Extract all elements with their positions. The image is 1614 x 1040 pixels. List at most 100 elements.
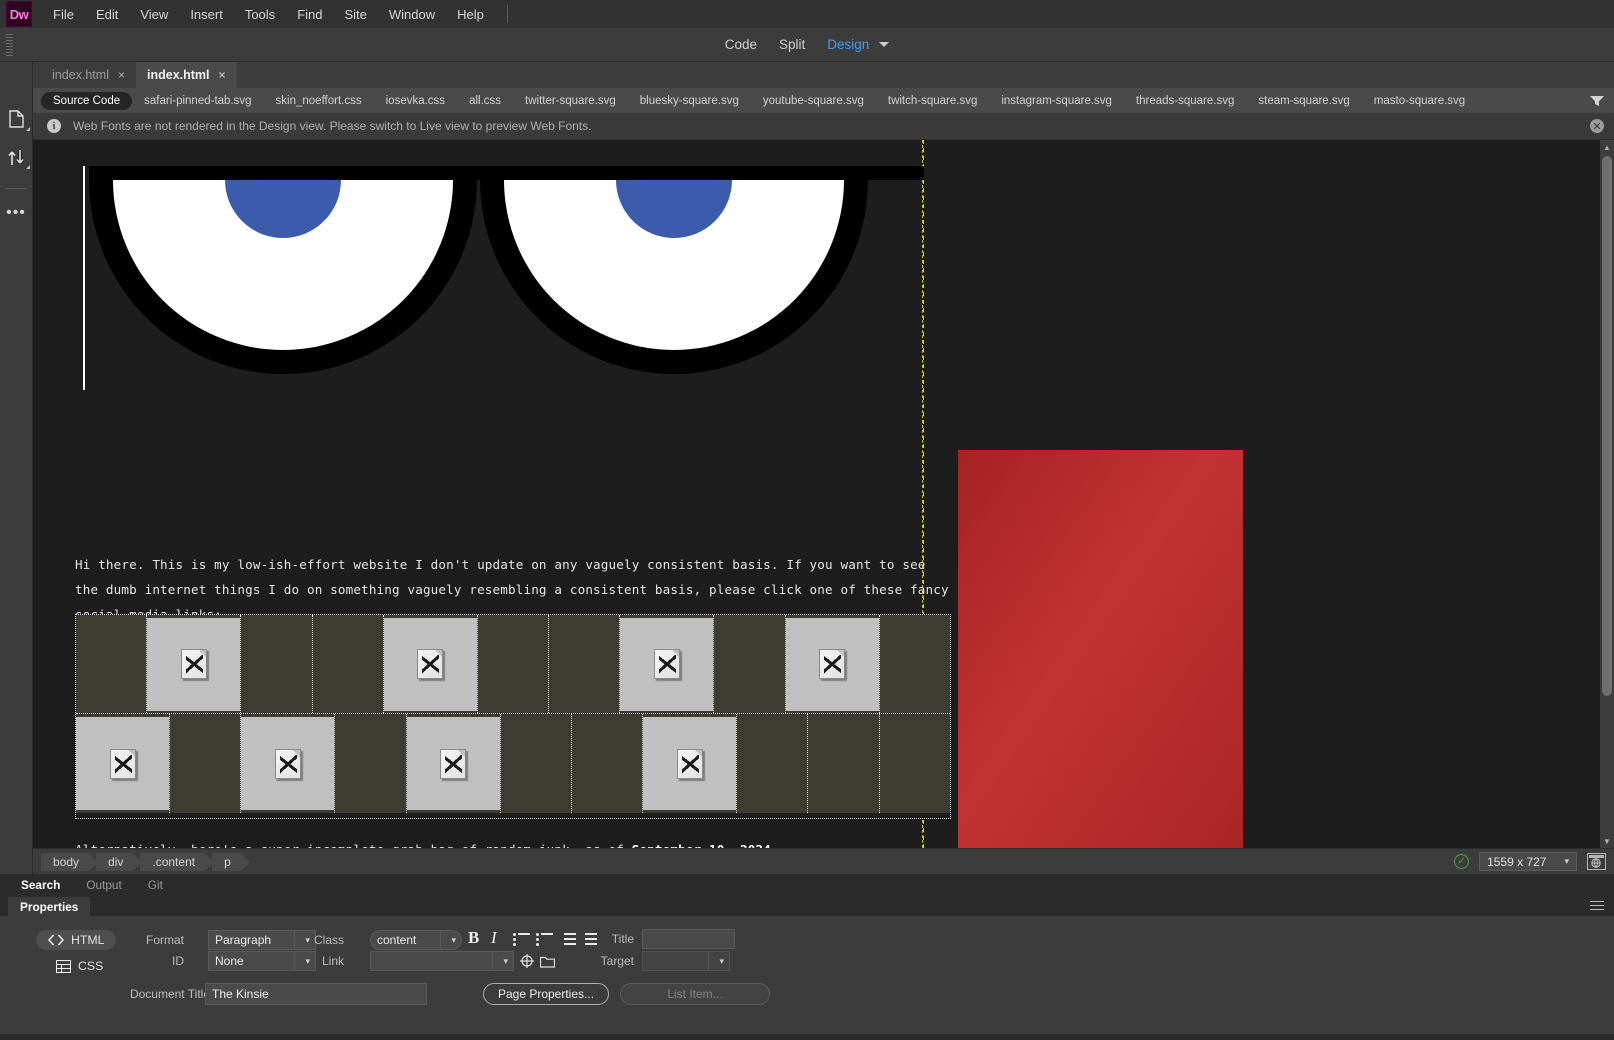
related-file-6[interactable]: bluesky-square.svg [628, 92, 751, 110]
flyout-corner-icon [26, 165, 30, 169]
title-input[interactable] [642, 929, 735, 949]
panel-menu-icon[interactable] [1590, 901, 1604, 912]
related-file-8[interactable]: twitch-square.svg [876, 92, 989, 110]
lower-tab-output[interactable]: Output [73, 875, 134, 895]
broken-image-placeholder[interactable] [241, 717, 335, 810]
tag-crumb-p[interactable]: p [212, 852, 250, 871]
eye-right [480, 180, 868, 374]
social-grid-row [76, 615, 950, 714]
css-mode-button[interactable]: CSS [44, 956, 115, 976]
close-icon[interactable]: × [219, 68, 226, 82]
broken-image-placeholder[interactable] [406, 717, 500, 810]
tag-crumb-body[interactable]: body [41, 852, 99, 871]
broken-image-placeholder[interactable] [643, 717, 737, 810]
file-transfer-icon[interactable] [5, 146, 30, 169]
tag-crumb-div[interactable]: div [96, 852, 143, 871]
document-title-input[interactable]: The Kinsie [205, 983, 427, 1005]
italic-button[interactable]: I [491, 928, 497, 948]
grid-spacer-cell [241, 615, 313, 713]
broken-image-icon [676, 748, 703, 779]
menu-item-window[interactable]: Window [378, 3, 446, 26]
menu-item-view[interactable]: View [129, 3, 179, 26]
social-link-cell[interactable] [147, 615, 242, 713]
design-view-canvas[interactable]: Hi there. This is my low-ish-effort webs… [33, 140, 1600, 848]
related-file-0[interactable]: Source Code [41, 91, 133, 110]
social-link-cell[interactable] [406, 714, 501, 813]
target-select[interactable]: ▾ [642, 951, 730, 971]
view-tab-code[interactable]: Code [725, 37, 757, 52]
close-icon[interactable]: × [118, 68, 125, 82]
point-to-file-icon[interactable] [520, 954, 534, 973]
css-mode-label: CSS [78, 959, 104, 973]
related-file-10[interactable]: threads-square.svg [1124, 92, 1246, 110]
broken-image-placeholder[interactable] [383, 617, 477, 711]
related-file-4[interactable]: all.css [457, 92, 513, 110]
status-bar-right: ✓ 1559 x 727 ▾ [1454, 852, 1606, 871]
filter-icon[interactable] [1590, 94, 1604, 106]
menu-item-find[interactable]: Find [286, 3, 333, 26]
social-links-grid[interactable] [75, 614, 951, 819]
window-size-selector[interactable]: 1559 x 727 ▾ [1479, 852, 1577, 871]
menu-item-tools[interactable]: Tools [234, 3, 286, 26]
related-file-12[interactable]: masto-square.svg [1362, 92, 1477, 110]
broken-image-placeholder[interactable] [147, 617, 241, 711]
scroll-thumb[interactable] [1602, 156, 1612, 696]
tag-crumb-content[interactable]: .content [140, 852, 214, 871]
panel-grip[interactable] [6, 34, 13, 56]
broken-image-icon [274, 748, 301, 779]
scroll-down-icon[interactable]: ▼ [1600, 834, 1614, 848]
menu-item-file[interactable]: File [42, 3, 85, 26]
title-label: Title [611, 932, 634, 946]
view-tab-design[interactable]: Design [827, 37, 869, 52]
lower-tab-git[interactable]: Git [135, 875, 176, 895]
social-link-cell[interactable] [383, 615, 478, 713]
grid-spacer-cell [737, 714, 809, 813]
tag-selector: body div .content p [41, 852, 250, 871]
related-file-7[interactable]: youtube-square.svg [751, 92, 876, 110]
menu-item-insert[interactable]: Insert [179, 3, 234, 26]
view-tab-split[interactable]: Split [779, 37, 805, 52]
canvas-vertical-scrollbar[interactable]: ▲ ▼ [1600, 140, 1614, 848]
chevron-down-icon: ▾ [451, 934, 456, 945]
related-file-3[interactable]: iosevka.css [374, 92, 457, 110]
browse-folder-icon[interactable] [539, 955, 556, 973]
link-input[interactable]: ▾ [370, 951, 514, 971]
document-tab-0[interactable]: index.html × [41, 62, 136, 88]
chevron-down-icon[interactable] [879, 42, 890, 47]
id-value: None [215, 954, 244, 968]
outdent-button[interactable] [559, 933, 576, 946]
related-file-2[interactable]: skin_noeffort.css [264, 92, 374, 110]
view-mode-bar: Code Split Design [0, 28, 1614, 62]
bold-button[interactable]: B [468, 928, 479, 948]
text-caret [83, 166, 85, 390]
ordered-list-button[interactable] [536, 933, 553, 946]
related-file-9[interactable]: instagram-square.svg [989, 92, 1124, 110]
related-file-11[interactable]: steam-square.svg [1246, 92, 1361, 110]
broken-image-placeholder[interactable] [76, 717, 169, 810]
class-select[interactable]: content ▾ [370, 930, 462, 950]
social-link-cell[interactable] [620, 615, 715, 713]
social-link-cell[interactable] [76, 714, 170, 813]
scroll-up-icon[interactable]: ▲ [1600, 140, 1614, 154]
related-file-5[interactable]: twitter-square.svg [513, 92, 628, 110]
page-properties-button[interactable]: Page Properties... [483, 983, 609, 1005]
close-icon[interactable]: ✕ [1590, 119, 1604, 133]
html-mode-button[interactable]: HTML [36, 930, 117, 950]
preview-in-browser-icon[interactable] [1587, 853, 1606, 870]
menu-item-site[interactable]: Site [333, 3, 377, 26]
more-tools-icon[interactable]: ••• [6, 205, 26, 221]
related-file-1[interactable]: safari-pinned-tab.svg [132, 92, 263, 110]
document-tab-1[interactable]: index.html × [136, 62, 237, 88]
new-document-icon[interactable] [5, 108, 30, 131]
social-link-cell[interactable] [643, 714, 738, 813]
social-link-cell[interactable] [241, 714, 336, 813]
lower-tab-search[interactable]: Search [8, 875, 73, 895]
social-link-cell[interactable] [785, 615, 880, 713]
menu-item-edit[interactable]: Edit [85, 3, 129, 26]
list-item-button[interactable]: List Item... [620, 983, 770, 1005]
broken-image-placeholder[interactable] [620, 617, 714, 711]
menu-item-help[interactable]: Help [446, 3, 495, 26]
broken-image-placeholder[interactable] [785, 617, 879, 711]
unordered-list-button[interactable] [513, 933, 530, 946]
properties-panel: Properties HTML CSS Format Paragraph ▾ I… [0, 896, 1614, 1034]
